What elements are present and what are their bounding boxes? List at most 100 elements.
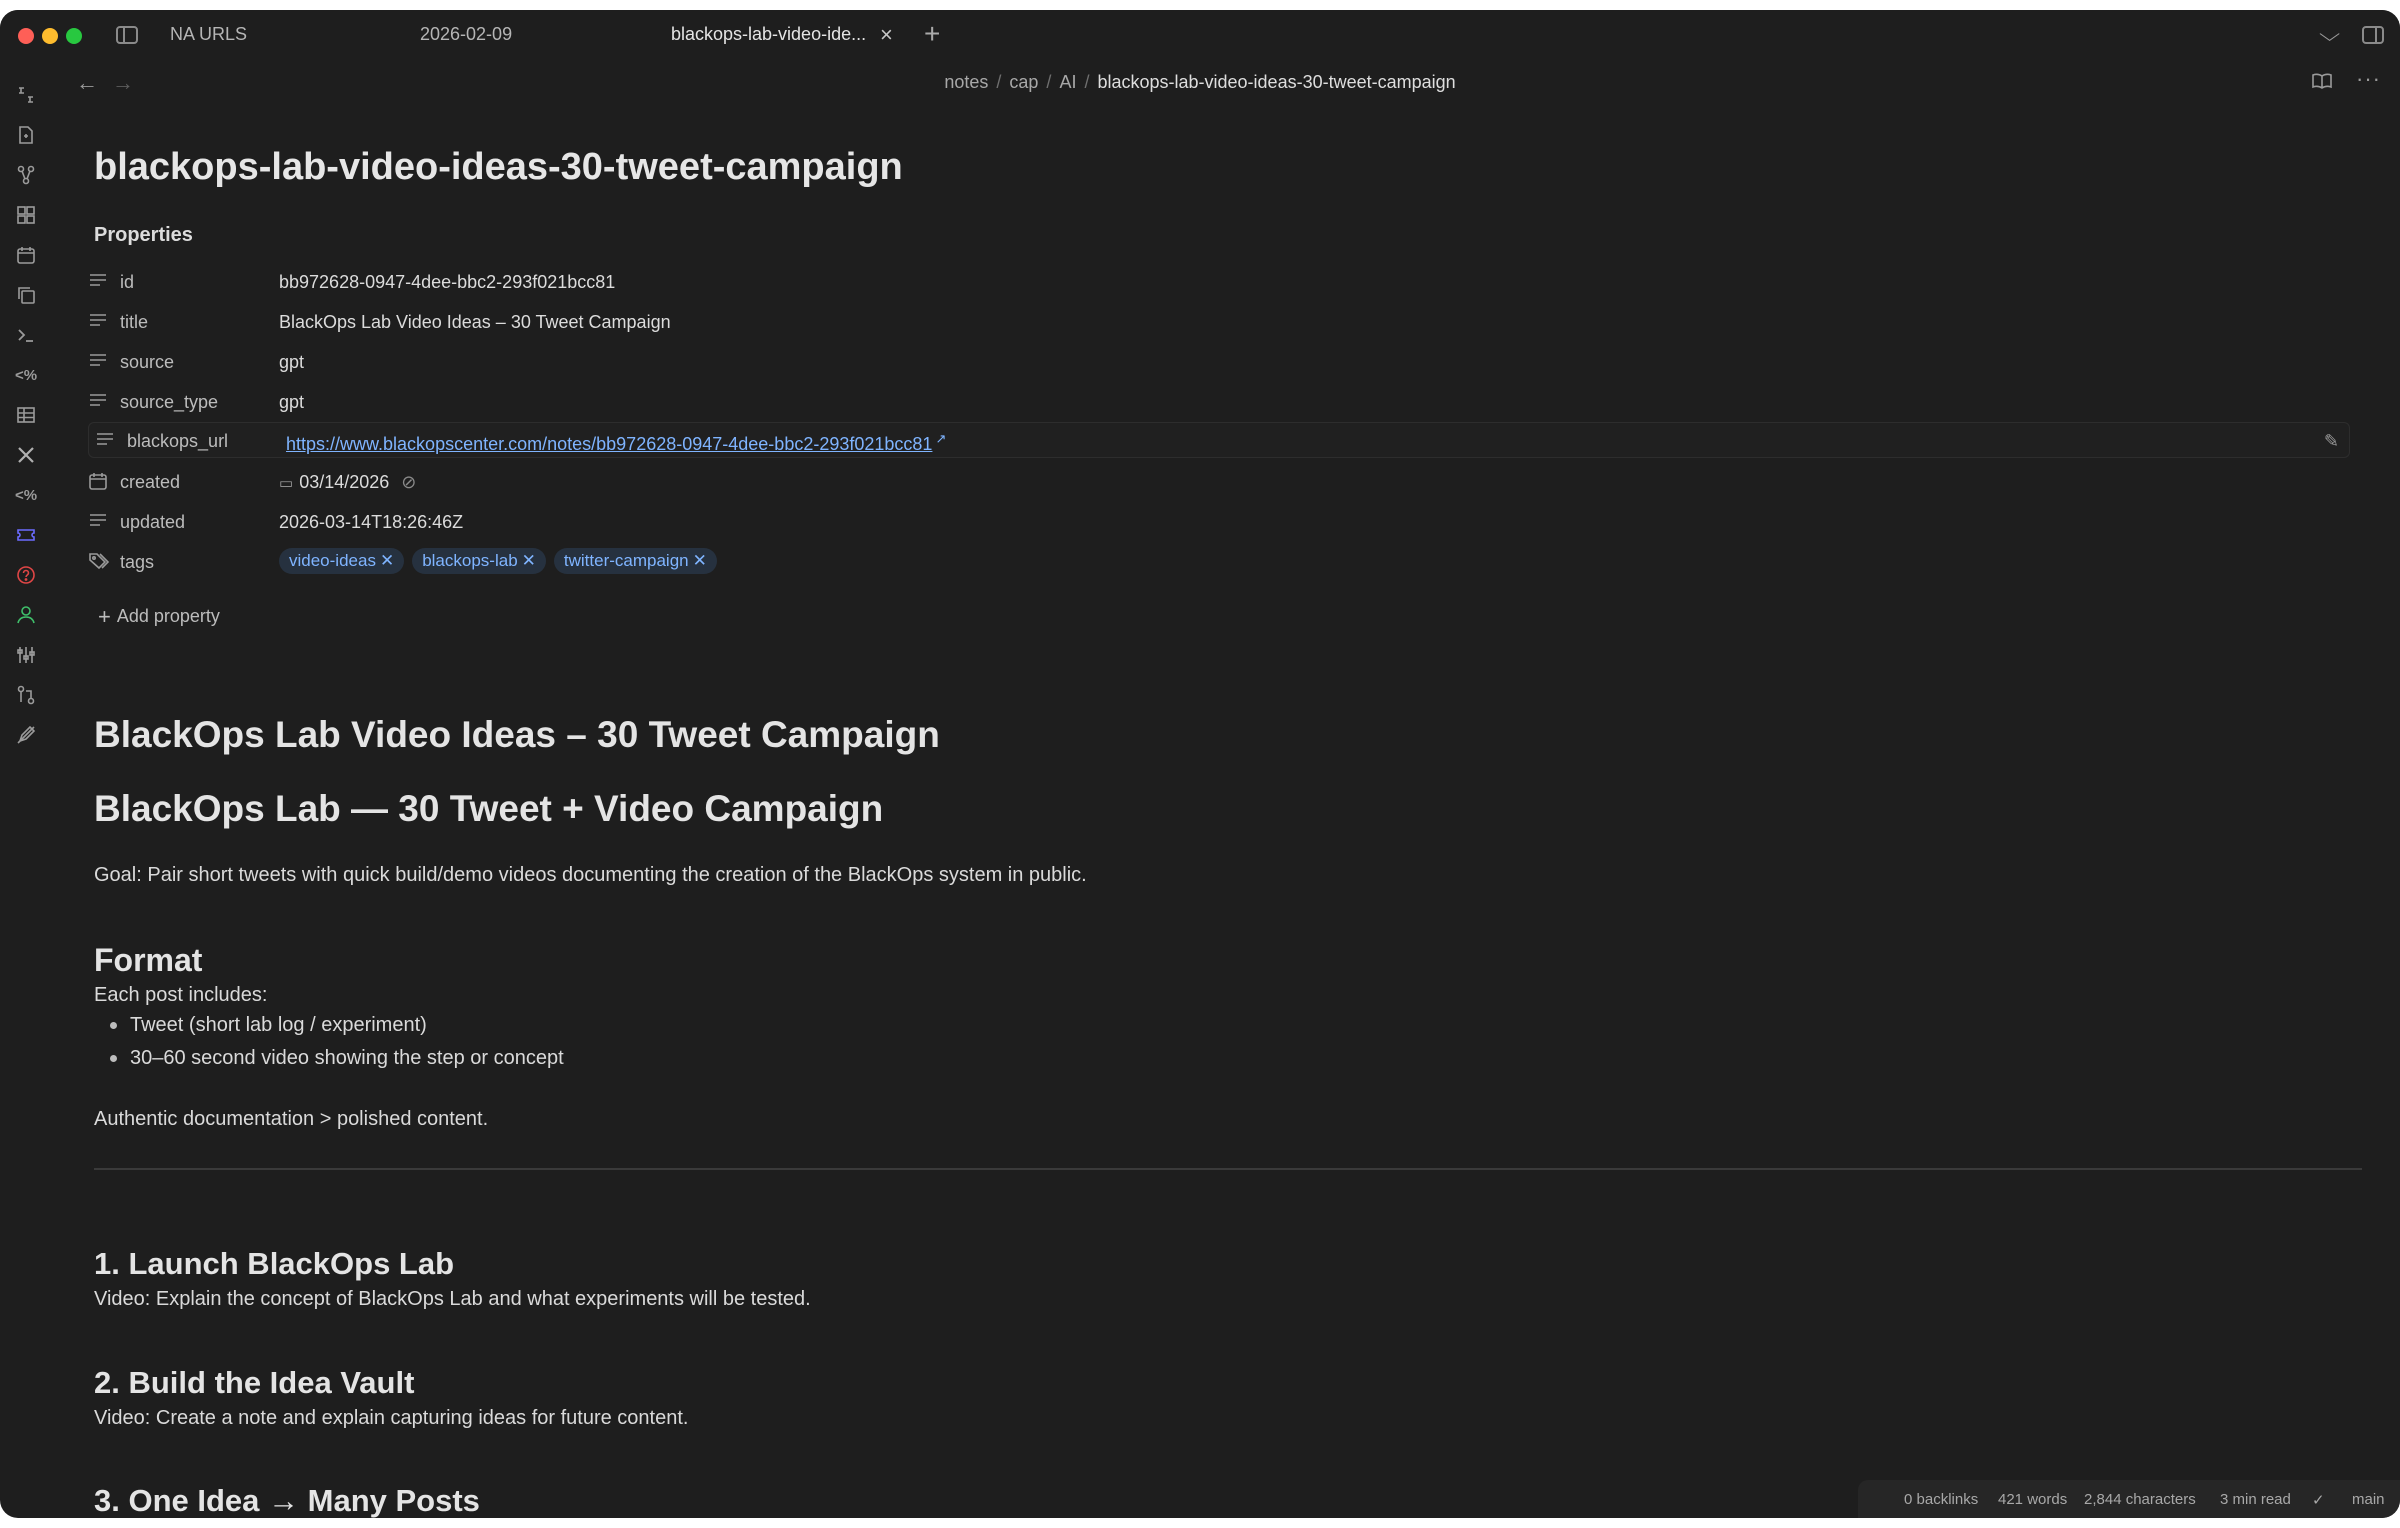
plus-icon: +: [98, 604, 111, 629]
property-value[interactable]: gpt: [279, 352, 304, 373]
minimize-window-button[interactable]: [42, 28, 58, 44]
table-icon[interactable]: [14, 404, 38, 428]
breadcrumb-item[interactable]: cap: [1009, 72, 1038, 92]
terminal-icon[interactable]: [14, 324, 38, 348]
created-date-value[interactable]: 03/14/2026: [299, 472, 389, 492]
tab-na-urls[interactable]: NA URLS: [170, 24, 247, 50]
tags-icon: [88, 552, 110, 572]
format-intro[interactable]: Each post includes:: [94, 984, 267, 1007]
left-sidebar-toggle-icon[interactable]: [116, 26, 138, 44]
authentic-paragraph[interactable]: Authentic documentation > polished conte…: [94, 1108, 488, 1131]
character-count[interactable]: 2,844 characters: [2084, 1491, 2196, 1508]
breadcrumb-separator: /: [996, 72, 1002, 92]
external-link-icon[interactable]: ↗: [935, 431, 946, 446]
tab-daily-note[interactable]: 2026-02-09: [420, 24, 512, 50]
list-item[interactable]: Tweet (short lab log / experiment): [130, 1014, 427, 1037]
property-row-id[interactable]: id bb972628-0947-4dee-bbc2-293f021bcc81: [88, 264, 2350, 300]
goal-paragraph[interactable]: Goal: Pair short tweets with quick build…: [94, 864, 1087, 887]
property-row-title[interactable]: title BlackOps Lab Video Ideas – 30 Twee…: [88, 304, 2350, 340]
section-heading[interactable]: 1. Launch BlackOps Lab: [94, 1246, 454, 1282]
property-row-created[interactable]: created ▭ 03/14/2026 ⊘: [88, 464, 2350, 500]
remove-tag-icon[interactable]: ✕: [380, 551, 394, 570]
canvas-grid-icon[interactable]: [14, 204, 38, 228]
git-branch[interactable]: main: [2352, 1491, 2385, 1508]
tag-pill[interactable]: blackops-lab ✕: [412, 548, 546, 574]
backlinks-count[interactable]: 0 backlinks: [1904, 1491, 1978, 1508]
section-heading[interactable]: 2. Build the Idea Vault: [94, 1365, 414, 1401]
calendar-icon[interactable]: [14, 244, 38, 268]
ribbon: <% <%: [0, 62, 52, 1518]
note-title[interactable]: blackops-lab-video-ideas-30-tweet-campai…: [94, 146, 903, 189]
property-row-blackops-url[interactable]: blackops_url https://www.blackopscenter.…: [88, 422, 2350, 458]
copy-icon[interactable]: [14, 284, 38, 308]
user-icon[interactable]: [14, 604, 38, 628]
remove-tag-icon[interactable]: ✕: [522, 551, 536, 570]
property-value: https://www.blackopscenter.com/notes/bb9…: [286, 431, 946, 455]
horizontal-rule: [94, 1168, 2362, 1170]
breadcrumb-item[interactable]: notes: [944, 72, 988, 92]
sync-check-icon[interactable]: ✓: [2312, 1491, 2325, 1509]
property-key: source_type: [120, 392, 219, 412]
tab-list-chevron-icon[interactable]: ⌵: [2319, 24, 2340, 47]
git-compare-icon[interactable]: [14, 684, 38, 708]
heading-format[interactable]: Format: [94, 942, 202, 979]
templater-icon[interactable]: <%: [14, 364, 38, 388]
zoom-window-button[interactable]: [66, 28, 82, 44]
property-value[interactable]: 2026-03-14T18:26:46Z: [279, 512, 463, 533]
edit-pencil-icon[interactable]: ✎: [2324, 431, 2339, 452]
breadcrumb-current[interactable]: blackops-lab-video-ideas-30-tweet-campai…: [1097, 72, 1455, 92]
bullet-dot: [110, 1055, 117, 1062]
templater-insert-icon[interactable]: <%: [14, 484, 38, 508]
tools-icon[interactable]: [14, 444, 38, 468]
date-picker-icon[interactable]: ▭: [279, 475, 293, 492]
heading-1[interactable]: BlackOps Lab Video Ideas – 30 Tweet Camp…: [94, 714, 940, 756]
blackops-url-link[interactable]: https://www.blackopscenter.com/notes/bb9…: [286, 434, 932, 454]
sliders-icon[interactable]: [14, 644, 38, 668]
breadcrumb-separator: /: [1046, 72, 1052, 92]
calendar-property-icon: [88, 472, 110, 492]
property-key: blackops_url: [127, 431, 229, 451]
close-tab-icon[interactable]: ×: [880, 22, 893, 48]
more-options-icon[interactable]: ···: [2356, 66, 2381, 92]
help-icon[interactable]: [14, 564, 38, 588]
list-item[interactable]: 30–60 second video showing the step or c…: [130, 1047, 564, 1070]
new-tab-icon[interactable]: +: [924, 18, 940, 50]
ticket-icon[interactable]: [14, 524, 38, 548]
read-time[interactable]: 3 min read: [2220, 1491, 2291, 1508]
breadcrumb-item[interactable]: AI: [1059, 72, 1076, 92]
add-property-button[interactable]: + Add property: [98, 604, 220, 630]
property-row-tags[interactable]: tags video-ideas ✕ blackops-lab ✕ twitter-ca…: [88, 544, 2350, 580]
link-icon[interactable]: ⊘: [401, 472, 416, 492]
property-value[interactable]: BlackOps Lab Video Ideas – 30 Tweet Camp…: [279, 312, 671, 333]
property-row-source-type[interactable]: source_type gpt: [88, 384, 2350, 420]
tag-pill[interactable]: video-ideas ✕: [279, 548, 405, 574]
right-sidebar-toggle-icon[interactable]: [2362, 26, 2384, 44]
tab-bar: NA URLS 2026-02-09 blackops-lab-video-id…: [0, 10, 2400, 62]
section-text[interactable]: Video: Explain the concept of BlackOps L…: [94, 1288, 811, 1311]
properties-heading[interactable]: Properties: [94, 224, 193, 247]
add-property-label: Add property: [116, 606, 220, 626]
text-lines-icon: [88, 312, 110, 332]
tab-active-note[interactable]: blackops-lab-video-ide...: [671, 24, 866, 50]
property-row-updated[interactable]: updated 2026-03-14T18:26:46Z: [88, 504, 2350, 540]
section-text[interactable]: Video: Create a note and explain capturi…: [94, 1407, 688, 1430]
property-value[interactable]: bb972628-0947-4dee-bbc2-293f021bcc81: [279, 272, 615, 293]
heading-1[interactable]: BlackOps Lab — 30 Tweet + Video Campaign: [94, 788, 883, 830]
tag-pill[interactable]: twitter-campaign ✕: [553, 548, 717, 574]
section-heading[interactable]: 3. One Idea → Many Posts: [94, 1483, 480, 1518]
tag-label: video-ideas: [289, 551, 376, 570]
pen-off-icon[interactable]: [14, 724, 38, 748]
date-field[interactable]: ▭ 03/14/2026 ⊘: [279, 472, 416, 493]
close-window-button[interactable]: [18, 28, 34, 44]
property-key: tags: [120, 552, 155, 572]
graph-view-icon[interactable]: [14, 164, 38, 188]
property-value[interactable]: gpt: [279, 392, 304, 413]
breadcrumb-separator: /: [1084, 72, 1090, 92]
remove-tag-icon[interactable]: ✕: [693, 551, 707, 570]
word-count[interactable]: 421 words: [1998, 1491, 2067, 1508]
property-row-source[interactable]: source gpt: [88, 344, 2350, 380]
text-lines-icon: [88, 512, 110, 532]
new-note-icon[interactable]: [14, 124, 38, 148]
reading-view-icon[interactable]: [2312, 72, 2332, 96]
text-lines-icon: [88, 352, 110, 372]
